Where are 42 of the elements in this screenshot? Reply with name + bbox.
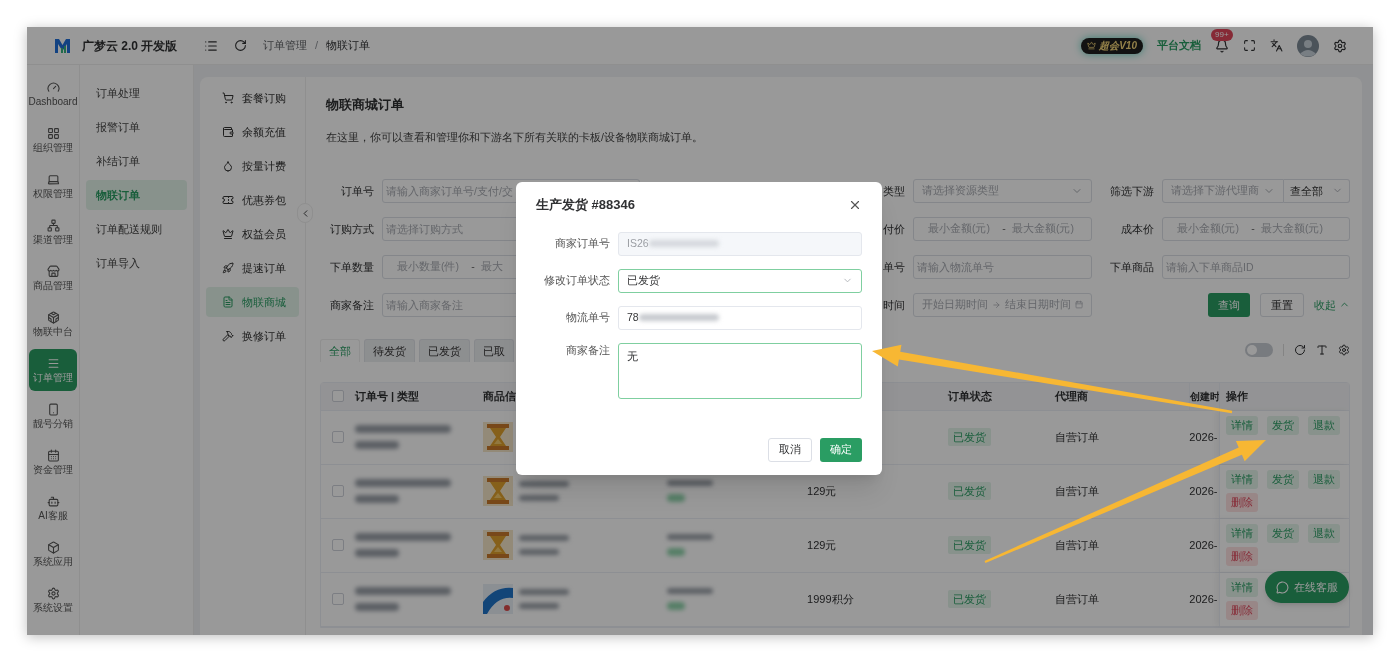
- filter-label: 类型: [882, 183, 906, 199]
- date-text: 2026-: [1189, 539, 1218, 551]
- column-header: 创建时: [1190, 389, 1221, 404]
- range-separator: -: [1001, 220, 1007, 236]
- status-tag: 已发货: [947, 428, 991, 446]
- filter-label: 订购方式: [329, 221, 375, 237]
- filter-label: 下单商品: [1109, 259, 1155, 275]
- page-description: 在这里，你可以查看和管理你和下游名下所有关联的卡板/设备物联商城订单。: [326, 130, 704, 145]
- range-separator: -: [1250, 220, 1256, 236]
- breadcrumb-separator: /: [315, 38, 319, 54]
- column-header: 商品信: [482, 389, 516, 402]
- column-header: 订单号 | 类型: [354, 390, 420, 402]
- field-label: 商家备注: [565, 342, 611, 358]
- status-tag: 已发货: [947, 536, 991, 554]
- date-text: 2026-: [1189, 593, 1218, 605]
- filter-label: 订单号: [340, 183, 375, 199]
- agent-text: 自营订单: [1054, 593, 1099, 605]
- date-text: 2026-: [1189, 431, 1218, 443]
- column-header: 操作: [1226, 389, 1249, 404]
- status-tag: 已发货: [947, 482, 991, 500]
- agent-text: 自营订单: [1054, 539, 1099, 551]
- agent-text: 自营订单: [1054, 485, 1099, 497]
- filter-label: 付价: [882, 221, 906, 237]
- status-tag: 已发货: [947, 590, 991, 608]
- column-header: 订单状态: [947, 390, 992, 402]
- filter-label: 下单数量: [329, 259, 375, 275]
- price-text: 129元: [807, 539, 837, 551]
- range-separator: -: [470, 258, 476, 274]
- app-name: 广梦云 2.0 开发版: [82, 37, 178, 55]
- notification-badge: 99+: [1211, 28, 1233, 41]
- filter-label: 时间: [882, 297, 906, 313]
- agent-text: 自营订单: [1054, 431, 1099, 443]
- filter-label: 成本价: [1120, 221, 1155, 237]
- filter-label: 单号: [882, 259, 906, 275]
- page-title: 物联商城订单: [326, 96, 405, 114]
- price-text: 129元: [807, 485, 837, 497]
- column-header: 代理商: [1054, 390, 1088, 402]
- filter-label: 商家备注: [329, 297, 375, 313]
- price-text: 1999积分: [807, 593, 854, 605]
- breadcrumb-current: 物联订单: [326, 38, 371, 54]
- date-text: 2026-: [1189, 485, 1218, 497]
- filter-label: 筛选下游: [1109, 183, 1155, 199]
